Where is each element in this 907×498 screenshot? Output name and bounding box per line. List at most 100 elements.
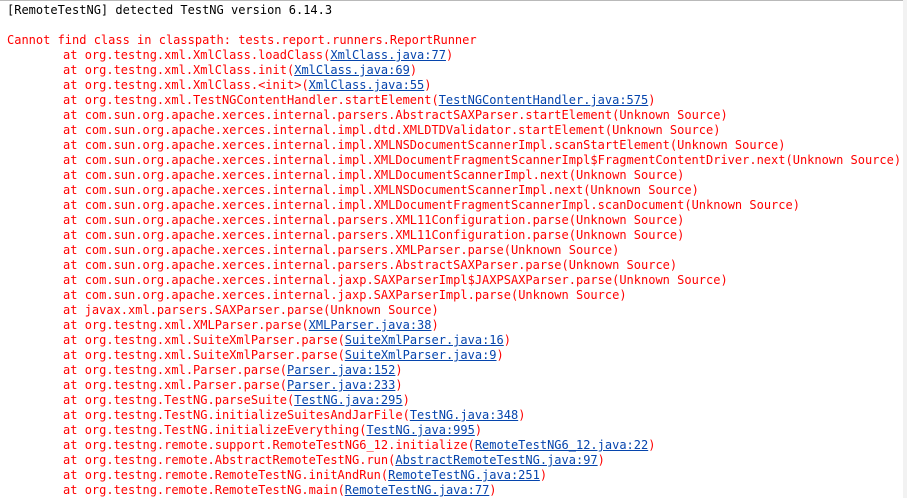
stack-frame-open-paren: ( (785, 153, 793, 167)
stack-frame-prefix: at (63, 258, 85, 272)
exception-line: org.testng.TestNGException: (7, 18, 907, 33)
stack-frame-source-link[interactable]: AbstractRemoteTestNG.java:97 (395, 453, 597, 467)
vertical-scrollbar[interactable] (903, 0, 907, 498)
stack-frame-method: org.testng.xml.TestNGContentHandler.star… (84, 93, 432, 107)
stack-frame-close-paren: ) (539, 468, 548, 482)
stack-frame-source: Unknown Source (619, 273, 721, 287)
stack-frame-method: com.sun.org.apache.xerces.internal.jaxp.… (84, 288, 511, 302)
stack-frame-close-paren: ) (597, 453, 605, 467)
stack-frame-method: org.testng.xml.SuiteXmlParser.parse (84, 348, 338, 362)
stack-frame: at org.testng.xml.SuiteXmlParser.parse(S… (7, 333, 907, 348)
stack-frame-source: Unknown Source (612, 123, 714, 137)
stack-frame-prefix: at (63, 423, 85, 437)
stack-frame-source-link[interactable]: SuiteXmlParser.java:16 (345, 333, 504, 347)
stack-frame-method: com.sun.org.apache.xerces.internal.impl.… (84, 198, 685, 212)
stack-frame: at org.testng.xml.Parser.parse(Parser.ja… (7, 363, 907, 378)
stack-frame: at com.sun.org.apache.xerces.internal.ja… (7, 288, 907, 303)
stack-frame-prefix: at (63, 108, 85, 122)
stack-frame-source-link[interactable]: XmlClass.java:69 (294, 63, 410, 77)
stack-frame: at org.testng.remote.support.RemoteTestN… (7, 438, 907, 453)
stack-frame-open-paren: ( (337, 333, 345, 347)
stack-frame-prefix: at (63, 213, 85, 227)
stack-frame-method: com.sun.org.apache.xerces.internal.parse… (84, 243, 504, 257)
stack-frame: at org.testng.remote.RemoteTestNG.initAn… (7, 468, 907, 483)
stack-frame-source-link[interactable]: TestNGContentHandler.java:575 (439, 93, 649, 107)
console-output[interactable]: [RemoteTestNG] detected TestNG version 6… (0, 0, 907, 498)
stack-frame-source-link[interactable]: TestNG.java:348 (410, 408, 518, 422)
stack-frame-prefix: at (63, 228, 85, 242)
stack-frame-method: com.sun.org.apache.xerces.internal.impl.… (84, 138, 670, 152)
stack-frame-method: com.sun.org.apache.xerces.internal.impl.… (84, 168, 569, 182)
stack-frame-open-paren: ( (568, 213, 576, 227)
stack-frame-method: javax.xml.parsers.SAXParser.parse (84, 303, 324, 317)
stack-frame-close-paren: ) (503, 333, 511, 347)
stack-frame-source: Unknown Source (330, 303, 432, 317)
stack-frame: at com.sun.org.apache.xerces.internal.im… (7, 138, 907, 153)
stack-frame-close-paren: ) (612, 243, 620, 257)
stack-frame-source: Unknown Source (575, 168, 678, 182)
stack-frame-close-paren: ) (792, 198, 800, 212)
stack-frame-close-paren: ) (778, 138, 786, 152)
stack-frame-prefix: at (63, 453, 85, 467)
stack-frame: at com.sun.org.apache.xerces.internal.im… (7, 198, 907, 213)
stack-frame-source: Unknown Source (568, 258, 670, 272)
stack-frame-method: com.sun.org.apache.xerces.internal.parse… (84, 228, 569, 242)
stack-frame-close-paren: ) (395, 363, 403, 377)
stack-frame: at com.sun.org.apache.xerces.internal.im… (7, 183, 907, 198)
stack-frame-close-paren: ) (402, 393, 410, 407)
stack-frame-source-link[interactable]: XmlClass.java:55 (309, 78, 425, 92)
stack-frame-source: Unknown Source (691, 198, 793, 212)
stack-frame-close-paren: ) (518, 408, 526, 422)
stack-frame-source-link[interactable]: RemoteTestNG6_12.java:22 (475, 438, 648, 452)
stack-frame-prefix: at (63, 138, 85, 152)
stack-frame-source-link[interactable]: RemoteTestNG.java:251 (388, 468, 540, 482)
stack-frame-source: Unknown Source (575, 213, 678, 227)
stack-frame-method: org.testng.TestNG.parseSuite (84, 393, 287, 407)
stack-frame: at org.testng.xml.SuiteXmlParser.parse(S… (7, 348, 907, 363)
stack-frame-method: com.sun.org.apache.xerces.internal.parse… (84, 108, 613, 122)
stack-frame-source: Unknown Source (619, 108, 721, 122)
stack-frame-close-paren: ) (445, 48, 454, 62)
stack-frame-source-link[interactable]: XMLParser.java:38 (309, 318, 432, 332)
stack-frame-source-link[interactable]: XmlClass.java:77 (330, 48, 446, 62)
stack-frame-source-link[interactable]: RemoteTestNG.java:77 (345, 483, 490, 497)
stack-frame: at org.testng.remote.RemoteTestNG.main(R… (7, 483, 907, 498)
stack-frame-method: com.sun.org.apache.xerces.internal.impl.… (84, 183, 584, 197)
stack-frame-prefix: at (63, 468, 85, 482)
stack-frame-close-paren: ) (669, 258, 678, 272)
stack-frame-prefix: at (63, 438, 85, 452)
stack-frame-open-paren: ( (337, 483, 345, 497)
stack-trace: at org.testng.xml.XmlClass.loadClass(Xml… (7, 48, 907, 498)
stack-frame-prefix: at (63, 408, 85, 422)
stack-frame-source-link[interactable]: TestNG.java:995 (366, 423, 474, 437)
stack-frame-source-link[interactable]: Parser.java:152 (287, 363, 395, 377)
stack-frame-source-link[interactable]: Parser.java:233 (287, 378, 395, 392)
stack-frame-close-paren: ) (691, 183, 699, 197)
stack-frame-open-paren: ( (279, 378, 287, 392)
stack-frame-close-paren: ) (677, 168, 685, 182)
stack-frame-method: org.testng.xml.Parser.parse (84, 363, 280, 377)
stack-frame-open-paren: ( (568, 168, 576, 182)
stack-frame: at com.sun.org.apache.xerces.internal.pa… (7, 108, 907, 123)
stack-frame-open-paren: ( (684, 198, 692, 212)
stack-frame-source-link[interactable]: TestNG.java:295 (294, 393, 402, 407)
stack-frame: at org.testng.remote.AbstractRemoteTestN… (7, 453, 907, 468)
stack-frame-prefix: at (63, 63, 85, 77)
stack-frame-close-paren: ) (713, 123, 721, 137)
stack-frame-open-paren: ( (467, 438, 475, 452)
stack-frame-method: org.testng.xml.Parser.parse (84, 378, 280, 392)
stack-frame-close-paren: ) (409, 63, 418, 77)
stack-frame-source-link[interactable]: SuiteXmlParser.java:9 (345, 348, 497, 362)
stack-frame-source: Unknown Source (518, 288, 620, 302)
stack-frame-source: Unknown Source (510, 243, 613, 257)
stack-frame: at org.testng.TestNG.initializeEverythin… (7, 423, 907, 438)
stack-frame-open-paren: ( (431, 93, 439, 107)
stack-frame-method: org.testng.remote.AbstractRemoteTestNG.r… (84, 453, 389, 467)
stack-frame: at com.sun.org.apache.xerces.internal.pa… (7, 243, 907, 258)
stack-frame-method: com.sun.org.apache.xerces.internal.jaxp.… (84, 273, 613, 287)
error-message-line: Cannot find class in classpath: tests.re… (7, 33, 477, 47)
stack-frame-prefix: at (63, 333, 85, 347)
stack-frame-prefix: at (63, 348, 85, 362)
stack-frame: at com.sun.org.apache.xerces.internal.im… (7, 168, 907, 183)
stack-frame-prefix: at (63, 183, 85, 197)
